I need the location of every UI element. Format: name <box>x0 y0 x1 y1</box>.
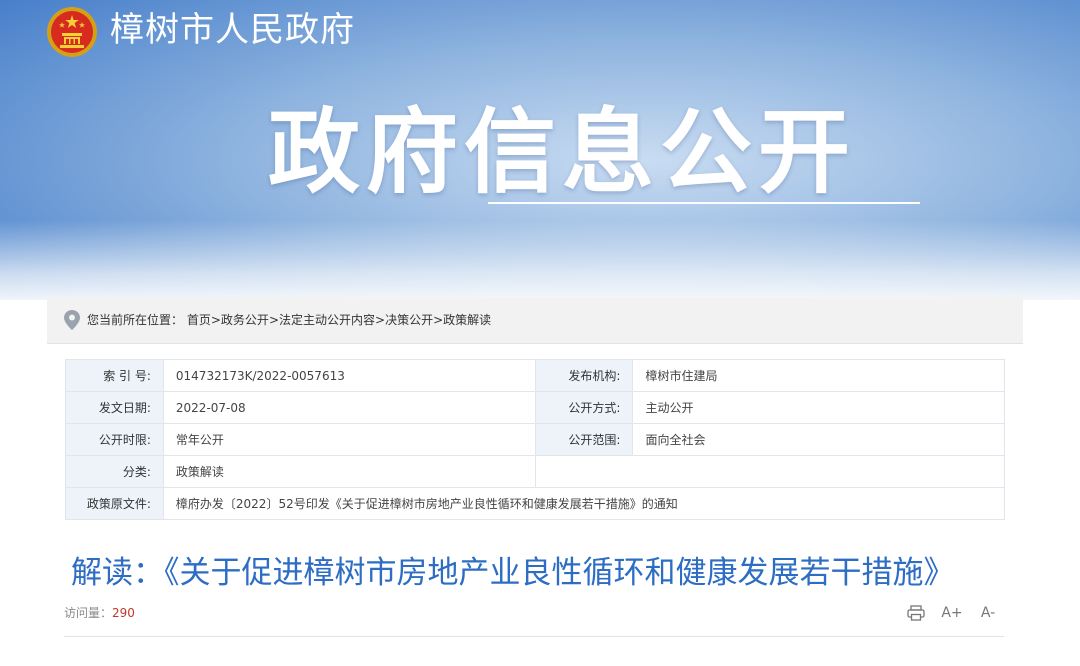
breadcrumb: 您当前所在位置： 首页>政务公开>法定主动公开内容>决策公开>政策解读 <box>47 297 1023 344</box>
article-title: 解读：《关于促进樟树市房地产业良性循环和健康发展若干措施》 <box>71 555 955 591</box>
method-label: 公开方式: <box>534 391 634 424</box>
breadcrumb-prefix: 您当前所在位置： <box>87 313 184 327</box>
hero-underline <box>488 202 920 204</box>
table-row: 发文日期: 2022-07-08 公开方式: 主动公开 <box>65 391 1005 424</box>
period-label: 公开时限: <box>65 423 164 456</box>
publisher-label: 发布机构: <box>534 359 634 392</box>
visit-label: 访问量： <box>64 606 113 620</box>
breadcrumb-item-decision[interactable]: 决策公开 <box>385 313 433 327</box>
source-value[interactable]: 樟府办发〔2022〕52号印发《关于促进樟树市房地产业良性循环和健康发展若干措施… <box>162 487 1006 520</box>
breadcrumb-separator: > <box>210 313 221 327</box>
source-label: 政策原文件: <box>65 487 164 520</box>
table-row: 索 引 号: 014732173K/2022-0057613 发布机构: 樟树市… <box>65 359 1005 392</box>
breadcrumb-item-home[interactable]: 首页 <box>187 313 211 327</box>
publisher-value: 樟树市住建局 <box>632 359 1005 392</box>
table-row: 公开时限: 常年公开 公开范围: 面向全社会 <box>65 423 1005 456</box>
scope-value: 面向全社会 <box>632 423 1005 456</box>
divider <box>64 636 1004 637</box>
site-name[interactable]: 樟树市人民政府 <box>110 8 355 52</box>
print-button[interactable] <box>905 602 927 624</box>
visit-counter: 访问量：290 <box>64 604 135 621</box>
table-row: 政策原文件: 樟府办发〔2022〕52号印发《关于促进樟树市房地产业良性循环和健… <box>65 487 1006 520</box>
font-decrease-button[interactable]: A- <box>977 602 999 624</box>
breadcrumb-separator: > <box>268 313 279 327</box>
breadcrumb-separator: > <box>433 313 444 327</box>
index-no-value: 014732173K/2022-0057613 <box>162 359 536 392</box>
font-increase-button[interactable]: A+ <box>941 602 963 624</box>
content-panel: 您当前所在位置： 首页>政务公开>法定主动公开内容>决策公开>政策解读 索 引 … <box>47 297 1023 666</box>
visit-count: 290 <box>112 606 135 620</box>
hero-title: 政府信息公开 <box>268 99 857 206</box>
category-value: 政策解读 <box>162 455 536 488</box>
national-emblem-icon <box>47 7 97 57</box>
document-meta-table: 索 引 号: 014732173K/2022-0057613 发布机构: 樟树市… <box>65 359 1006 520</box>
breadcrumb-item-affairs[interactable]: 政务公开 <box>221 313 269 327</box>
date-label: 发文日期: <box>65 391 164 424</box>
method-value: 主动公开 <box>632 391 1005 424</box>
date-value: 2022-07-08 <box>162 391 536 424</box>
category-label: 分类: <box>65 455 164 488</box>
breadcrumb-item-interpretation[interactable]: 政策解读 <box>443 313 491 327</box>
period-value: 常年公开 <box>162 423 536 456</box>
location-pin-icon <box>64 310 80 330</box>
breadcrumb-separator: > <box>375 313 386 327</box>
printer-icon <box>907 605 925 621</box>
index-no-label: 索 引 号: <box>65 359 164 392</box>
header-banner: 樟树市人民政府 政府信息公开 <box>0 0 1080 300</box>
empty-cell <box>534 455 1006 488</box>
article-tools: A+ A- <box>905 602 999 624</box>
table-row: 分类: 政策解读 <box>65 455 1006 488</box>
breadcrumb-item-statutory[interactable]: 法定主动公开内容 <box>279 313 375 327</box>
scope-label: 公开范围: <box>534 423 634 456</box>
